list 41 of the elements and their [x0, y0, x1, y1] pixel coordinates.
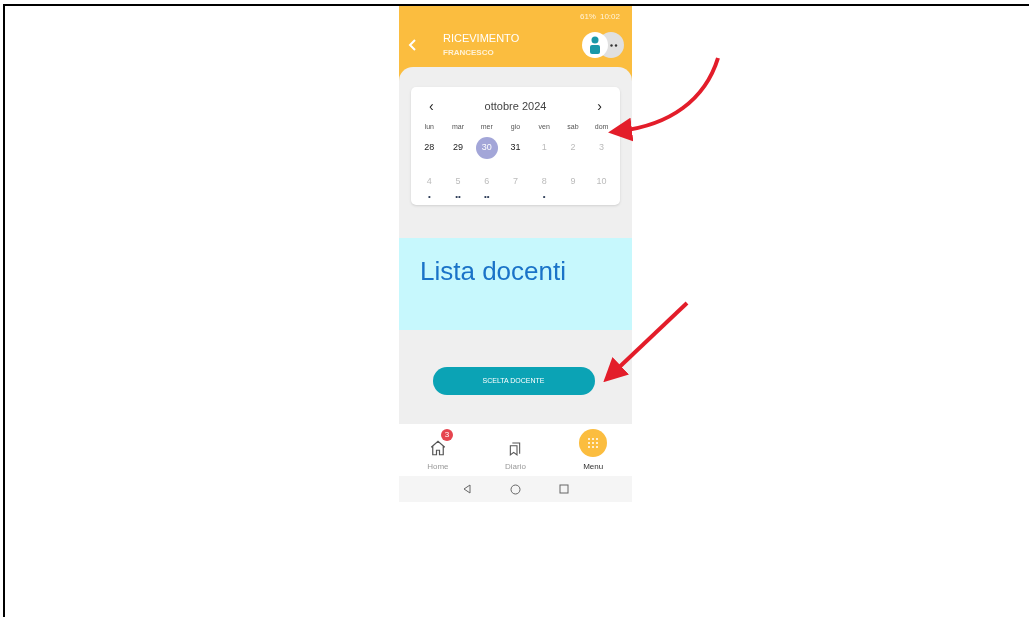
profile-button[interactable]: [580, 32, 624, 58]
calendar-day[interactable]: 3: [590, 137, 613, 159]
back-nav-icon[interactable]: [462, 484, 472, 494]
event-dots: ••: [483, 193, 490, 201]
calendar-day[interactable]: 4: [418, 171, 441, 193]
user-icon: [589, 36, 601, 54]
home-nav-icon[interactable]: [510, 483, 521, 495]
calendar-day[interactable]: 1: [533, 137, 556, 159]
calendar-day[interactable]: 31: [504, 137, 527, 159]
battery-level: 61%: [579, 11, 596, 23]
calendar-day[interactable]: 28: [418, 137, 441, 159]
more-icon: [610, 43, 618, 47]
nav-tab[interactable]: Diario: [476, 427, 555, 473]
nav-label: Diario: [505, 461, 526, 473]
calendar-day[interactable]: 30: [475, 137, 498, 159]
nav-tab[interactable]: Menu: [554, 427, 632, 473]
event-dots: •: [427, 193, 431, 201]
nav-label: Home: [427, 461, 449, 473]
event-dots: ••: [455, 193, 461, 201]
home-icon: [428, 439, 447, 457]
calendar-day[interactable]: 7: [504, 171, 527, 193]
calendar-day[interactable]: 6: [475, 171, 498, 193]
nav-label: Menu: [583, 461, 604, 473]
calendar-day[interactable]: 29: [447, 137, 470, 159]
nav-tab[interactable]: 3 Home: [399, 427, 477, 473]
calendar-day[interactable]: 5: [447, 171, 470, 193]
month-title: ottobre 2024: [484, 98, 547, 114]
calendar-day[interactable]: 2: [561, 137, 584, 159]
previous-month-button[interactable]: ‹: [429, 95, 434, 117]
calendar-day[interactable]: 10: [590, 171, 613, 193]
recents-nav-icon[interactable]: [559, 484, 569, 494]
notification-badge: 3: [441, 429, 453, 441]
screen-title: RICEVIMENTO: [443, 31, 521, 45]
grid-icon: [579, 429, 608, 457]
screen-subtitle: FRANCESCO: [443, 46, 495, 59]
panel-title: Lista docenti: [420, 256, 566, 286]
event-dots: •: [542, 193, 546, 201]
calendar-day[interactable]: 9: [561, 171, 584, 193]
calendar-day[interactable]: 8: [533, 171, 556, 193]
next-month-button[interactable]: ›: [597, 95, 602, 117]
clock: 10:02: [599, 11, 620, 23]
